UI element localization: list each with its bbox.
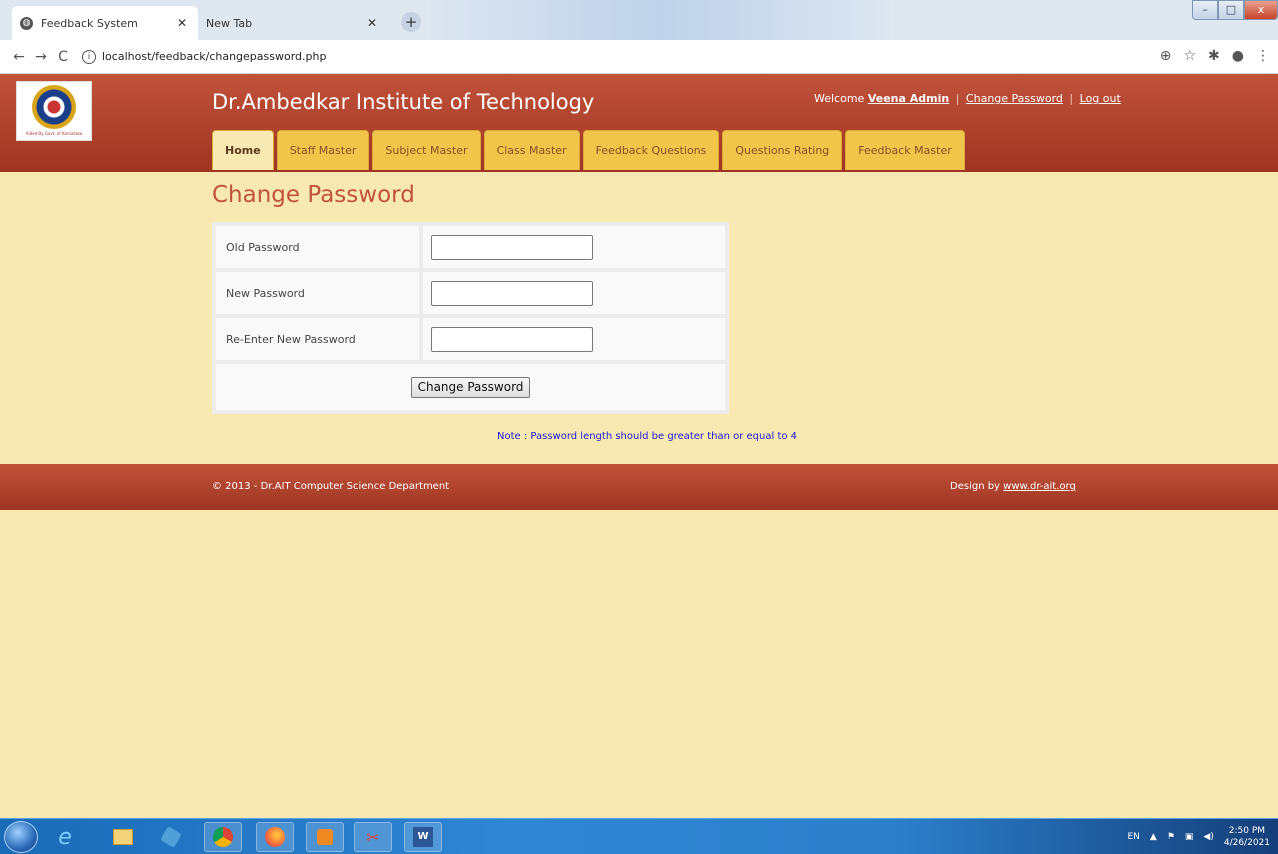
system-clock[interactable]: 2:50 PM 4/26/2021 <box>1224 825 1270 849</box>
browser-tab-strip: ◍ Feedback System ✕ New Tab ✕ + – □ x <box>0 0 1278 40</box>
close-tab-icon[interactable]: ✕ <box>364 16 380 30</box>
tab-title: Feedback System <box>41 16 138 30</box>
old-password-cell <box>423 226 725 268</box>
language-indicator[interactable]: EN <box>1127 832 1139 842</box>
page-title: Change Password <box>212 182 415 208</box>
window-controls: – □ <box>1192 0 1244 20</box>
design-credit: Design by www.dr-ait.org <box>950 481 1076 492</box>
old-password-input[interactable] <box>431 234 593 260</box>
zoom-icon[interactable]: ⊕ <box>1160 48 1172 64</box>
menu-item-home[interactable]: Home <box>212 130 274 170</box>
new-password-cell <box>423 272 725 314</box>
form-row-new-password: New Password <box>216 272 725 314</box>
toolbar-actions: ⊕ ☆ ✱ ● ⋮ <box>1160 48 1270 64</box>
menu-item-questions-rating[interactable]: Questions Rating <box>722 130 843 170</box>
separator: | <box>1069 92 1074 105</box>
tray-chevron-icon[interactable]: ▲ <box>1150 832 1157 842</box>
menu-item-staff-master[interactable]: Staff Master <box>276 130 370 170</box>
reenter-password-input[interactable] <box>431 326 593 352</box>
new-password-label: New Password <box>216 272 419 314</box>
back-icon[interactable]: ← <box>8 49 30 65</box>
file-explorer-icon[interactable] <box>104 822 142 852</box>
menu-item-feedback-master[interactable]: Feedback Master <box>845 130 965 170</box>
copyright-text: © 2013 - Dr.AIT Computer Science Departm… <box>212 481 450 492</box>
profile-icon[interactable]: ● <box>1232 48 1244 64</box>
menu-item-subject-master[interactable]: Subject Master <box>372 130 481 170</box>
logout-link[interactable]: Log out <box>1080 92 1121 105</box>
tab-title: New Tab <box>206 16 253 30</box>
bookmark-star-icon[interactable]: ☆ <box>1183 48 1196 64</box>
media-player-icon[interactable] <box>306 822 344 852</box>
system-tray: EN ▲ ⚑ ▣ ◀) 2:50 PM 4/26/2021 <box>1127 825 1270 849</box>
logo-motto: Aided By Govt. of Karnataka <box>25 131 83 136</box>
forward-icon[interactable]: → <box>30 49 52 65</box>
submit-cell: Change Password <box>216 364 725 410</box>
change-password-link[interactable]: Change Password <box>966 92 1063 105</box>
snipping-tool-icon[interactable]: ✂ <box>354 822 392 852</box>
menu-item-class-master[interactable]: Class Master <box>483 130 580 170</box>
url-text: localhost/feedback/changepassword.php <box>102 50 327 63</box>
change-password-button[interactable]: Change Password <box>410 376 531 398</box>
info-icon[interactable]: i <box>82 49 96 64</box>
extensions-icon[interactable]: ✱ <box>1208 48 1220 64</box>
tab-feedback-system[interactable]: ◍ Feedback System ✕ <box>12 6 198 40</box>
media-icon[interactable] <box>152 822 190 852</box>
start-button[interactable] <box>4 821 38 853</box>
clock-time: 2:50 PM <box>1228 826 1266 836</box>
separator: | <box>955 92 960 105</box>
menu-dots-icon[interactable]: ⋮ <box>1256 48 1270 64</box>
firefox-icon[interactable] <box>256 822 294 852</box>
network-icon[interactable]: ▣ <box>1185 832 1194 842</box>
form-row-submit: Change Password <box>216 364 725 410</box>
minimize-button[interactable]: – <box>1192 0 1218 20</box>
menu-item-feedback-questions[interactable]: Feedback Questions <box>582 130 720 170</box>
site-header: Aided By Govt. of Karnataka Dr.Ambedkar … <box>0 74 1278 172</box>
welcome-label: Welcome <box>814 92 865 105</box>
browser-toolbar: ← → C i localhost/feedback/changepasswor… <box>0 40 1278 74</box>
address-bar[interactable]: i localhost/feedback/changepassword.php <box>82 49 327 64</box>
close-tab-icon[interactable]: ✕ <box>174 16 190 30</box>
reenter-password-label: Re-Enter New Password <box>216 318 419 360</box>
maximize-button[interactable]: □ <box>1218 0 1244 20</box>
old-password-label: Old Password <box>216 226 419 268</box>
globe-icon: ◍ <box>20 16 33 30</box>
tab-new-tab[interactable]: New Tab ✕ <box>198 6 388 40</box>
chrome-icon[interactable] <box>204 822 242 852</box>
main-menu: Home Staff Master Subject Master Class M… <box>212 130 965 170</box>
user-name-link[interactable]: Veena Admin <box>868 92 949 105</box>
form-row-reenter-password: Re-Enter New Password <box>216 318 725 360</box>
reload-icon[interactable]: C <box>52 49 74 65</box>
window-close-button[interactable]: x <box>1244 0 1278 20</box>
new-password-input[interactable] <box>431 280 593 306</box>
design-prefix: Design by <box>950 481 1000 492</box>
institute-seal-icon <box>32 85 76 129</box>
site-footer: © 2013 - Dr.AIT Computer Science Departm… <box>0 464 1278 510</box>
user-welcome-bar: Welcome Veena Admin | Change Password | … <box>814 92 1121 105</box>
site-title: Dr.Ambedkar Institute of Technology <box>212 90 595 114</box>
word-icon[interactable]: W <box>404 822 442 852</box>
internet-explorer-icon[interactable]: e <box>46 822 84 852</box>
reenter-password-cell <box>423 318 725 360</box>
institute-logo: Aided By Govt. of Karnataka <box>16 81 92 141</box>
windows-taskbar: e ✂ W EN ▲ ⚑ ▣ ◀) 2:50 PM 4/26/2021 <box>0 818 1278 854</box>
change-password-form: Old Password New Password Re-Enter New P… <box>212 222 729 414</box>
form-row-old-password: Old Password <box>216 226 725 268</box>
action-center-icon[interactable]: ⚑ <box>1167 832 1175 842</box>
new-tab-button[interactable]: + <box>401 12 421 32</box>
clock-date: 4/26/2021 <box>1223 838 1270 848</box>
volume-icon[interactable]: ◀) <box>1203 832 1213 842</box>
design-link[interactable]: www.dr-ait.org <box>1003 481 1076 492</box>
aero-glass-background <box>430 0 890 40</box>
window-close-wrap: x <box>1244 0 1278 20</box>
password-length-note: Note : Password length should be greater… <box>497 431 798 442</box>
